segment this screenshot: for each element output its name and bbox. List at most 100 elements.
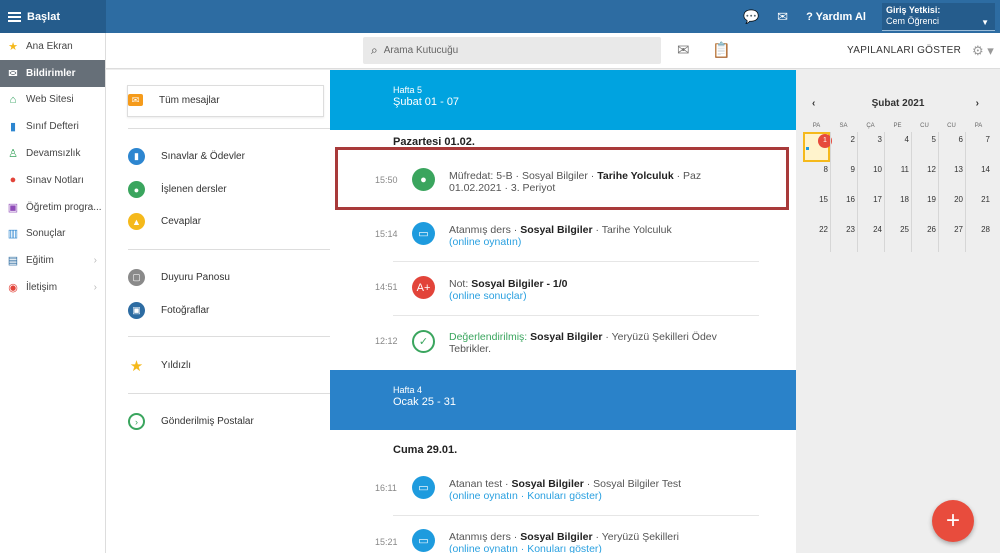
- item-text: Atanmış ders · Sosyal Bilgiler · Yeryüzü…: [449, 531, 739, 553]
- calendar-day[interactable]: 17: [857, 192, 884, 222]
- add-button[interactable]: +: [932, 500, 974, 542]
- sidebar-item-web-sitesi[interactable]: ⌂ Web Sitesi: [0, 87, 105, 114]
- filter-answers[interactable]: ▲ Cevaplar: [128, 213, 201, 230]
- calendar-day[interactable]: 27: [938, 222, 965, 252]
- sidebar-item-iletisim[interactable]: ◉ İletişim ›: [0, 274, 105, 301]
- sidebar-item-ana-ekran[interactable]: ★ Ana Ekran: [0, 33, 105, 60]
- item-suffix: · Tarihe Yolculuk: [592, 224, 672, 236]
- calendar-day[interactable]: 4: [884, 132, 911, 162]
- weekday-label: CU: [920, 123, 929, 129]
- calendar-day[interactable]: 2: [830, 132, 857, 162]
- gear-icon[interactable]: ⚙ ▾: [972, 43, 994, 59]
- toolbar: ⌕ Arama Kutucuğu ✉ 📋 YAPILANLARI GÖSTER …: [106, 33, 1000, 69]
- calendar-day[interactable]: 14: [965, 162, 992, 192]
- item-time: 16:11: [375, 483, 397, 493]
- calendar-week: 1 2 3 4 5 6 7: [803, 132, 992, 162]
- play-online-link[interactable]: (online oynatın · Konuları göster): [449, 543, 602, 553]
- filter-all-messages-label[interactable]: ✉ Tüm mesajlar: [128, 94, 220, 106]
- calendar-day[interactable]: 6: [938, 132, 965, 162]
- calendar-day[interactable]: 28: [965, 222, 992, 252]
- item-text: Not: Sosyal Bilgiler - 1/0 (online sonuçl…: [449, 278, 739, 302]
- filter-exams-homework[interactable]: ▮ Sınavlar & Ödevler: [128, 148, 245, 165]
- filter-starred[interactable]: ★ Yıldızlı: [128, 357, 192, 375]
- weekday-label: PA: [974, 123, 983, 129]
- play-online-link[interactable]: (online oynatın): [449, 236, 521, 248]
- weekday-label: SA: [839, 123, 848, 129]
- sidebar-item-devamsizlik[interactable]: ♙ Devamsızlık: [0, 140, 105, 167]
- compose-mail-icon[interactable]: ✉: [677, 41, 690, 59]
- week-range: Şubat 01 - 07: [393, 96, 460, 108]
- filter-label: Yıldızlı: [161, 360, 192, 371]
- item-subject: Sosyal Bilgiler: [520, 224, 593, 236]
- filter-taught-lessons[interactable]: ● İşlenen dersler: [128, 181, 227, 198]
- top-bar: Başlat 💬 ✉ ? Yardım Al Giriş Yetkisi: Ce…: [0, 0, 1000, 33]
- week-header: Hafta 5 Şubat 01 - 07: [330, 70, 796, 130]
- filter-sent-mail[interactable]: › Gönderilmiş Postalar: [128, 413, 254, 430]
- start-label: Başlat: [27, 10, 61, 23]
- clipboard-icon[interactable]: 📋: [712, 41, 731, 59]
- calendar-day-today[interactable]: 1: [803, 132, 832, 162]
- start-menu-button[interactable]: Başlat: [0, 0, 106, 33]
- sidebar-item-label: Sınav Notları: [26, 174, 84, 186]
- calendar-month: Şubat 2021: [871, 98, 925, 109]
- mail-icon[interactable]: ✉: [777, 9, 788, 25]
- calendar-day[interactable]: 9: [830, 162, 857, 192]
- play-online-link[interactable]: (online oynatın · Konuları göster): [449, 490, 602, 502]
- help-button[interactable]: ? Yardım Al: [806, 11, 866, 23]
- calendar-day[interactable]: 8: [803, 162, 830, 192]
- calendar-day[interactable]: 20: [938, 192, 965, 222]
- calendar-day[interactable]: 13: [938, 162, 965, 192]
- item-prefix: Değerlendirilmiş:: [449, 331, 531, 343]
- hamburger-icon: [8, 11, 21, 22]
- sidebar-item-ogretim-programi[interactable]: ▣ Öğretim progra...: [0, 194, 105, 221]
- filter-label: İşlenen dersler: [161, 184, 227, 195]
- calendar-day[interactable]: 15: [803, 192, 830, 222]
- sidebar-item-sinav-notlari[interactable]: ● Sınav Notları: [0, 167, 105, 194]
- item-suffix: · Yeryüzü Şekilleri: [592, 531, 679, 543]
- help-label: Yardım Al: [815, 10, 866, 23]
- calendar-day[interactable]: 3: [857, 132, 884, 162]
- chat-icon: ◉: [8, 282, 18, 295]
- sidebar-item-egitim[interactable]: ▤ Eğitim ›: [0, 247, 105, 274]
- calendar-day[interactable]: 21: [965, 192, 992, 222]
- item-text: Atanan test · Sosyal Bilgiler · Sosyal B…: [449, 478, 739, 502]
- calendar-day[interactable]: 22: [803, 222, 830, 252]
- day-header: Cuma 29.01.: [393, 444, 458, 456]
- calendar-day[interactable]: 24: [857, 222, 884, 252]
- sidebar-item-label: Ana Ekran: [26, 40, 73, 52]
- highlight-box: [335, 147, 789, 210]
- calendar-day[interactable]: 16: [830, 192, 857, 222]
- calendar-day[interactable]: 23: [830, 222, 857, 252]
- filter-photos[interactable]: ▣ Fotoğraflar: [128, 302, 209, 319]
- sidebar-item-bildirimler[interactable]: ✉ Bildirimler: [0, 59, 105, 87]
- show-completed-button[interactable]: YAPILANLARI GÖSTER: [847, 45, 961, 56]
- calendar-day[interactable]: 5: [911, 132, 938, 162]
- calendar-day[interactable]: 7: [965, 132, 992, 162]
- weekday-row: PA SA ÇA PE CU CU PA: [803, 123, 992, 129]
- online-results-link[interactable]: (online sonuçlar): [449, 290, 527, 302]
- calendar-day[interactable]: 12: [911, 162, 938, 192]
- sidebar: ★ Ana Ekran ✉ Bildirimler ⌂ Web Sitesi ▮ Sın…: [0, 33, 106, 553]
- calendar-day[interactable]: 19: [911, 192, 938, 222]
- home-icon: ⌂: [9, 93, 17, 106]
- user-select[interactable]: Giriş Yetkisi: Cem Öğrenci ▼: [882, 2, 995, 31]
- sidebar-item-sinif-defteri[interactable]: ▮ Sınıf Defteri: [0, 113, 105, 140]
- sidebar-item-label: Öğretim progra...: [26, 201, 102, 213]
- message-filter-panel: ✉ Tüm mesajlar ▮ Sınavlar & Ödevler ● İşlen…: [106, 70, 330, 553]
- calendar-day[interactable]: 18: [884, 192, 911, 222]
- calendar-day[interactable]: 10: [857, 162, 884, 192]
- filter-announcement-board[interactable]: ▢ Duyuru Panosu: [128, 269, 230, 286]
- calendar-day[interactable]: 26: [911, 222, 938, 252]
- calendar-day[interactable]: 25: [884, 222, 911, 252]
- item-text: Değerlendirilmiş: Sosyal Bilgiler · Yery…: [449, 331, 739, 355]
- item-time: 15:14: [375, 229, 398, 239]
- chevron-right-icon[interactable]: ›: [976, 98, 979, 109]
- search-input[interactable]: ⌕ Arama Kutucuğu: [363, 37, 661, 64]
- calendar-day[interactable]: 11: [884, 162, 911, 192]
- briefcase-icon: ▤: [7, 255, 19, 268]
- chat-bubble-icon[interactable]: 💬: [743, 9, 759, 25]
- board-icon: ▢: [128, 269, 145, 286]
- divider: [128, 128, 330, 129]
- sidebar-item-sonuclar[interactable]: ▥ Sonuçlar: [0, 221, 105, 248]
- chevron-right-icon: ›: [93, 255, 97, 267]
